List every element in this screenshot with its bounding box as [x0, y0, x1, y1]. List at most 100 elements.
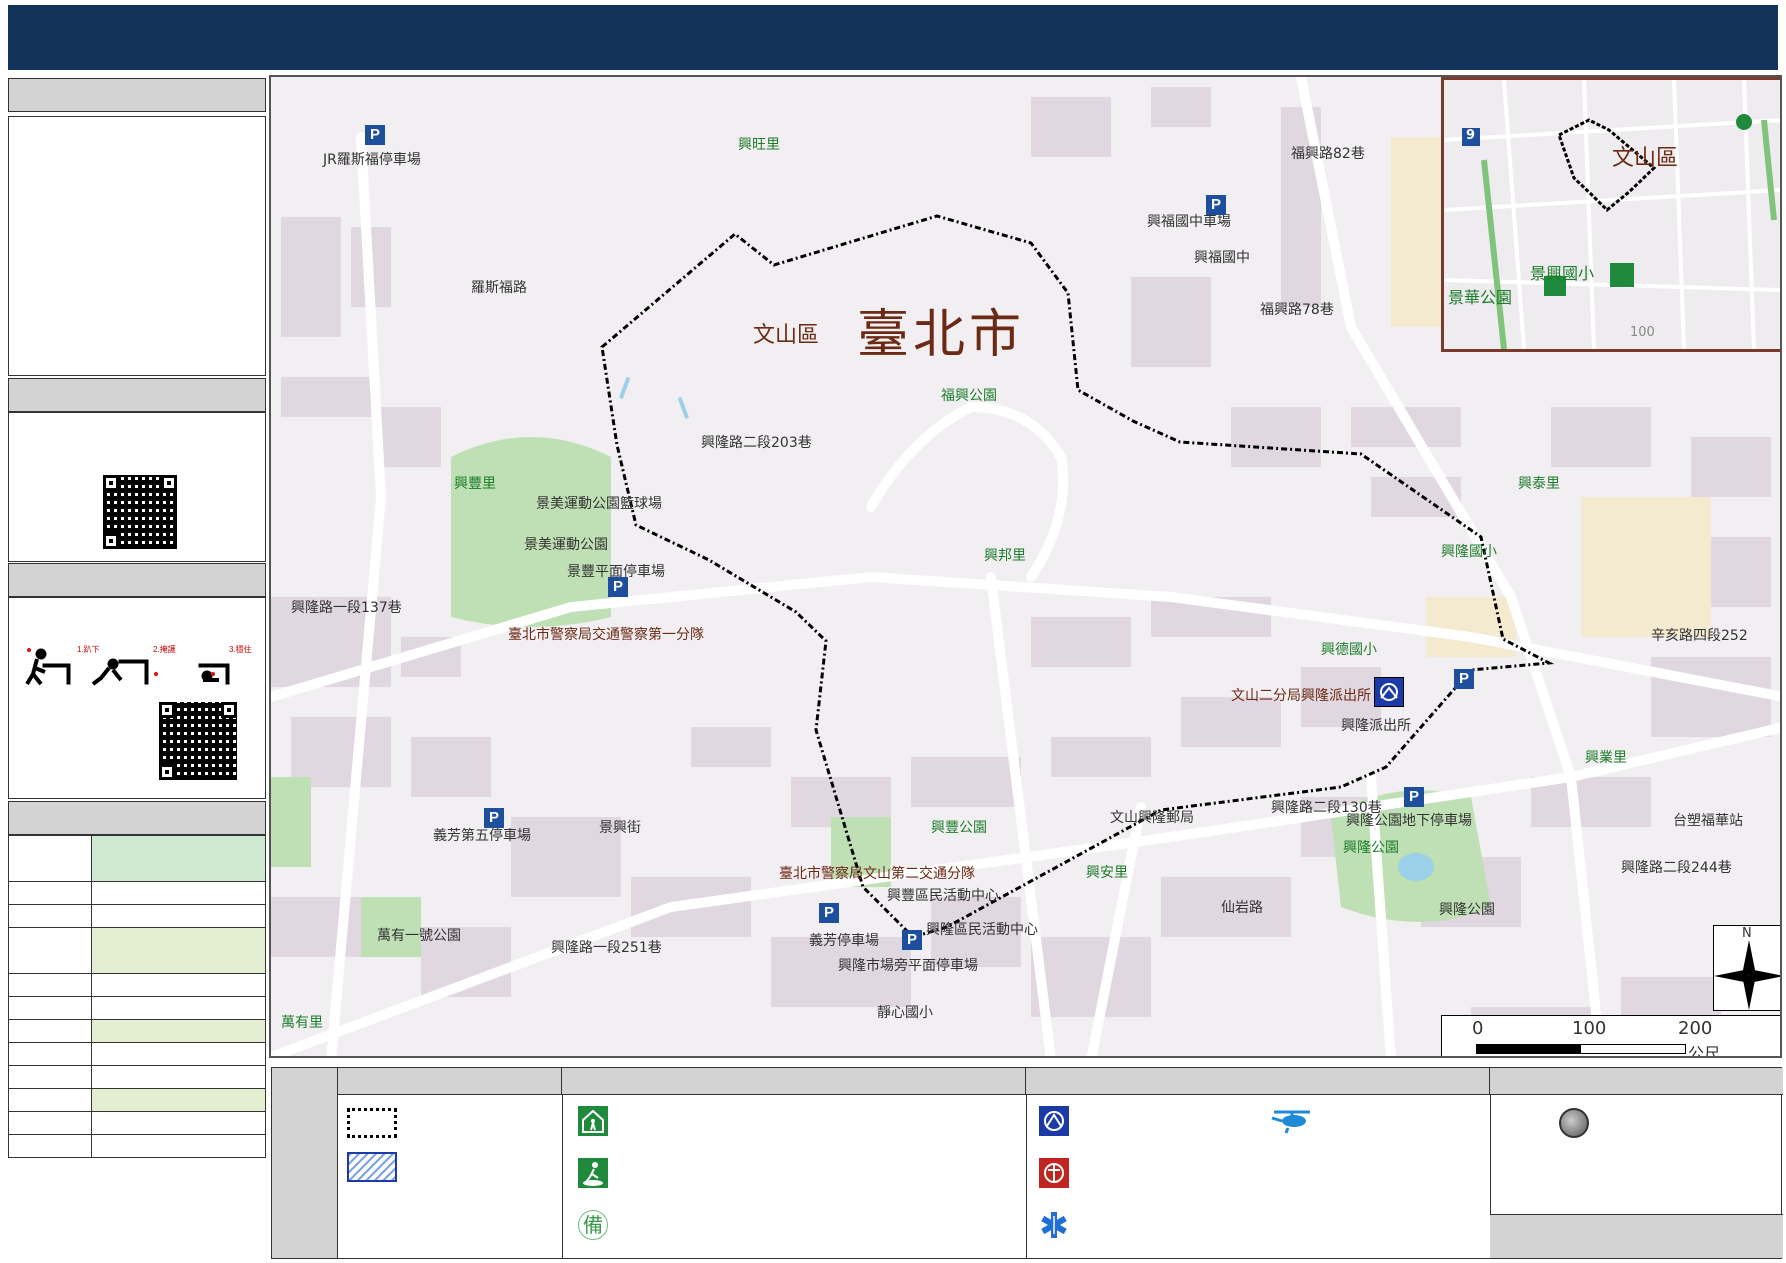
- reserve-shelter-icon: 備: [578, 1210, 608, 1240]
- map-label: 福興路82巷: [1291, 146, 1365, 162]
- scale-tick-200: 200: [1678, 1018, 1713, 1039]
- map-label: 福興公園: [941, 388, 997, 404]
- map-label: 興德國小: [1321, 642, 1377, 658]
- qr-panel-body: [8, 412, 266, 562]
- map-label: 興隆路二段244巷: [1621, 860, 1732, 876]
- legend-col-header-boundary: [338, 1068, 562, 1095]
- map-label: 臺北市警察局文山第二交通分隊: [779, 866, 975, 882]
- map-label: 興業里: [1585, 750, 1627, 766]
- map-label: 興邦里: [984, 548, 1026, 564]
- police-station-icon[interactable]: [1374, 677, 1404, 707]
- map-district-label: 文山區: [753, 323, 820, 348]
- district-boundary-symbol: [347, 1108, 397, 1138]
- map-label: 興隆公園: [1343, 840, 1399, 856]
- map-label: 義芳第五停車場: [433, 828, 531, 844]
- quake-panel-body: 1.趴下 2.掩護 3.穩住: [8, 597, 266, 799]
- other-facility-icon: [1559, 1108, 1589, 1138]
- inset-route-shield: 9: [1466, 128, 1476, 143]
- map-label: 興隆路二段203巷: [701, 435, 812, 451]
- legend-footer-cell: [1490, 1214, 1783, 1258]
- inset-school-label: 景興國小: [1530, 264, 1595, 283]
- north-arrow: N: [1713, 925, 1780, 1011]
- parking-icon[interactable]: P: [484, 808, 504, 828]
- map-label: 興隆區民活動中心: [926, 922, 1038, 938]
- map-label: 興豐里: [454, 476, 496, 492]
- inset-park-label: 景華公園: [1448, 288, 1513, 307]
- inset-district-label: 文山區: [1612, 146, 1679, 171]
- map-label: 羅斯福路: [471, 280, 527, 296]
- map-label: 義芳停車場: [809, 933, 879, 949]
- parking-icon[interactable]: P: [1404, 787, 1424, 807]
- map-label: 靜心國小: [877, 1005, 933, 1021]
- map-label: 萬有里: [281, 1015, 323, 1031]
- parking-icon[interactable]: P: [819, 903, 839, 923]
- inset-map-base: [1444, 80, 1780, 349]
- parking-icon[interactable]: P: [608, 577, 628, 597]
- map-label: 興旺里: [738, 137, 780, 153]
- legend-col-header-rescue: [1026, 1068, 1490, 1095]
- helicopter-icon: [1270, 1108, 1316, 1138]
- map-label: 文山二分局興隆派出所: [1231, 688, 1371, 704]
- map-label: 興泰里: [1518, 476, 1560, 492]
- map-label: 興豐公園: [931, 820, 987, 836]
- fire-station-icon: [1039, 1158, 1069, 1188]
- map-label: 文山興隆郵局: [1110, 810, 1194, 826]
- medical-icon: [1039, 1210, 1069, 1240]
- title-bar: [8, 5, 1778, 70]
- svg-text:1.趴下: 1.趴下: [77, 645, 100, 654]
- info-panel-header: [8, 78, 266, 112]
- quake-qr-code[interactable]: [159, 702, 237, 780]
- main-map[interactable]: 文山區 臺北市 興旺里 JR羅斯福停車場 福興路82巷 興福國中車場 興福國中 福興路78…: [269, 75, 1782, 1058]
- legend-col-header-shelter: [562, 1068, 1026, 1095]
- map-label: 興隆市場旁平面停車場: [838, 958, 978, 974]
- parking-icon[interactable]: P: [365, 125, 385, 145]
- map-label: 興隆路二段130巷: [1271, 800, 1382, 816]
- legend-col-header-other: [1490, 1068, 1783, 1095]
- scale-tick-100: 100: [1572, 1018, 1607, 1039]
- map-label: 興隆公園: [1439, 902, 1495, 918]
- map-label: 興豐區民活動中心: [887, 888, 999, 904]
- legend-side-header: [272, 1068, 338, 1258]
- north-label: N: [1742, 926, 1752, 941]
- side-table: [8, 835, 266, 1158]
- qr-panel-header: [8, 378, 266, 412]
- qr-code[interactable]: [103, 475, 177, 549]
- map-label: 興福國中: [1194, 250, 1250, 266]
- inset-scale-label: 100: [1630, 325, 1655, 340]
- hazard-area-symbol: [347, 1152, 397, 1182]
- map-label: 興隆路一段137巷: [291, 600, 402, 616]
- info-panel-body: [8, 116, 266, 376]
- svg-text:2.掩護: 2.掩護: [153, 644, 176, 654]
- map-label: 仙岩路: [1221, 900, 1263, 916]
- svg-text:3.穩住: 3.穩住: [229, 644, 252, 654]
- map-label: 興隆派出所: [1341, 718, 1411, 734]
- drop-cover-hold-pictogram: 1.趴下 2.掩護 3.穩住: [25, 644, 252, 686]
- table-panel-header: [8, 801, 266, 835]
- legend: 備: [271, 1067, 1783, 1259]
- evacuation-park-icon: [578, 1158, 608, 1188]
- map-label: 景興街: [599, 820, 641, 836]
- quake-panel-header: [8, 563, 266, 597]
- map-city-label: 臺北市: [857, 305, 1026, 365]
- scale-unit: 公尺: [1688, 1044, 1721, 1058]
- map-label: JR羅斯福停車場: [323, 152, 421, 168]
- map-label: 辛亥路四段252: [1651, 628, 1748, 644]
- parking-icon[interactable]: P: [1206, 195, 1226, 215]
- map-label: 台塑福華站: [1673, 813, 1743, 829]
- scale-bar: 0 100 200 公尺: [1441, 1015, 1780, 1058]
- map-label: 景美運動公園籃球場: [536, 496, 662, 512]
- map-label: 興隆國小: [1441, 544, 1497, 560]
- inset-map[interactable]: 9 文山區 景興國小 景華公園 100: [1441, 77, 1780, 352]
- scale-bar-graphic: [1476, 1044, 1686, 1054]
- parking-icon[interactable]: P: [1454, 669, 1474, 689]
- map-label: 興安里: [1086, 865, 1128, 881]
- map-label: 萬有一號公園: [377, 928, 461, 944]
- parking-icon[interactable]: P: [902, 930, 922, 950]
- police-icon: [1039, 1106, 1069, 1136]
- shelter-icon: [578, 1106, 608, 1136]
- scale-tick-0: 0: [1472, 1018, 1484, 1039]
- map-label: 興隆路一段251巷: [551, 940, 662, 956]
- map-label: 臺北市警察局交通警察第一分隊: [508, 627, 704, 643]
- compass-rose-icon: [1714, 940, 1780, 1010]
- map-label: 景美運動公園: [524, 537, 608, 553]
